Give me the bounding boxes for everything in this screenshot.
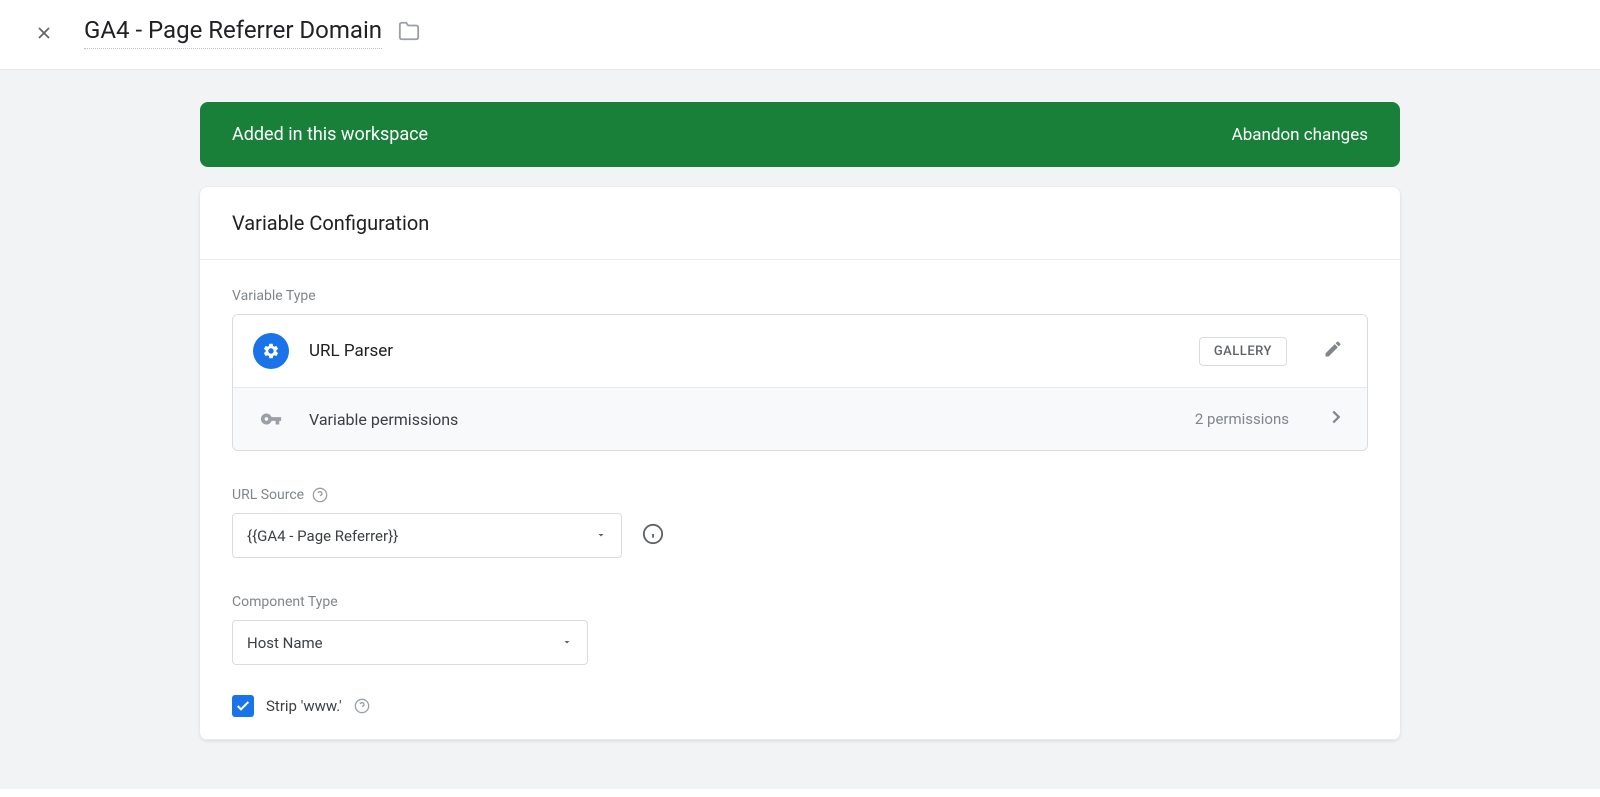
- url-source-select[interactable]: {{GA4 - Page Referrer}}: [232, 513, 622, 558]
- variable-type-box: URL Parser GALLERY: [232, 314, 1368, 451]
- permissions-label: Variable permissions: [309, 410, 1175, 429]
- check-icon: [235, 698, 251, 714]
- workspace-banner: Added in this workspace Abandon changes: [200, 102, 1400, 167]
- help-icon: [354, 698, 370, 714]
- component-type-select[interactable]: Host Name: [232, 620, 588, 665]
- component-type-label: Component Type: [232, 594, 338, 610]
- gear-badge: [253, 333, 289, 369]
- permissions-expand[interactable]: [1325, 406, 1347, 432]
- divider: [200, 739, 1400, 740]
- edit-type-button[interactable]: [1319, 335, 1347, 367]
- pencil-icon: [1323, 339, 1343, 359]
- abandon-changes-button[interactable]: Abandon changes: [1232, 125, 1368, 145]
- dropdown-arrow: [561, 633, 573, 652]
- strip-www-checkbox[interactable]: [232, 695, 254, 717]
- close-button[interactable]: [32, 21, 56, 45]
- info-icon: [642, 523, 664, 545]
- component-type-value: Host Name: [247, 634, 323, 652]
- folder-button[interactable]: [398, 20, 420, 46]
- variable-type-label: Variable Type: [232, 288, 1368, 304]
- strip-www-row: Strip 'www.': [232, 695, 1368, 717]
- url-source-value: {{GA4 - Page Referrer}}: [247, 527, 398, 545]
- config-card: Variable Configuration Variable Type URL…: [200, 187, 1400, 740]
- url-source-label: URL Source: [232, 487, 304, 503]
- close-icon: [34, 23, 54, 43]
- caret-down-icon: [561, 636, 573, 648]
- gallery-button[interactable]: GALLERY: [1199, 337, 1287, 366]
- gear-icon: [262, 342, 280, 360]
- permissions-count: 2 permissions: [1195, 410, 1289, 428]
- page-header: GA4 - Page Referrer Domain: [0, 0, 1600, 70]
- strip-www-label: Strip 'www.': [266, 697, 342, 715]
- permissions-row[interactable]: Variable permissions 2 permissions: [233, 387, 1367, 450]
- help-icon: [312, 487, 328, 503]
- content-area: Added in this workspace Abandon changes …: [0, 70, 1600, 789]
- key-icon: [260, 408, 282, 430]
- page-title[interactable]: GA4 - Page Referrer Domain: [84, 16, 382, 49]
- caret-down-icon: [595, 529, 607, 541]
- variable-type-row[interactable]: URL Parser GALLERY: [233, 315, 1367, 387]
- dropdown-arrow: [595, 526, 607, 545]
- url-source-info[interactable]: [642, 523, 664, 549]
- key-icon-wrap: [253, 408, 289, 430]
- banner-message: Added in this workspace: [232, 124, 428, 145]
- card-title: Variable Configuration: [232, 211, 1368, 235]
- url-source-help[interactable]: [312, 487, 328, 503]
- component-type-field: Component Type Host Name: [232, 594, 1368, 665]
- folder-icon: [398, 20, 420, 42]
- chevron-right-icon: [1325, 406, 1347, 428]
- card-header: Variable Configuration: [200, 187, 1400, 260]
- strip-www-help[interactable]: [354, 698, 370, 714]
- url-source-field: URL Source {{GA4 - Page Referrer}}: [232, 487, 1368, 558]
- variable-type-name: URL Parser: [309, 341, 1179, 361]
